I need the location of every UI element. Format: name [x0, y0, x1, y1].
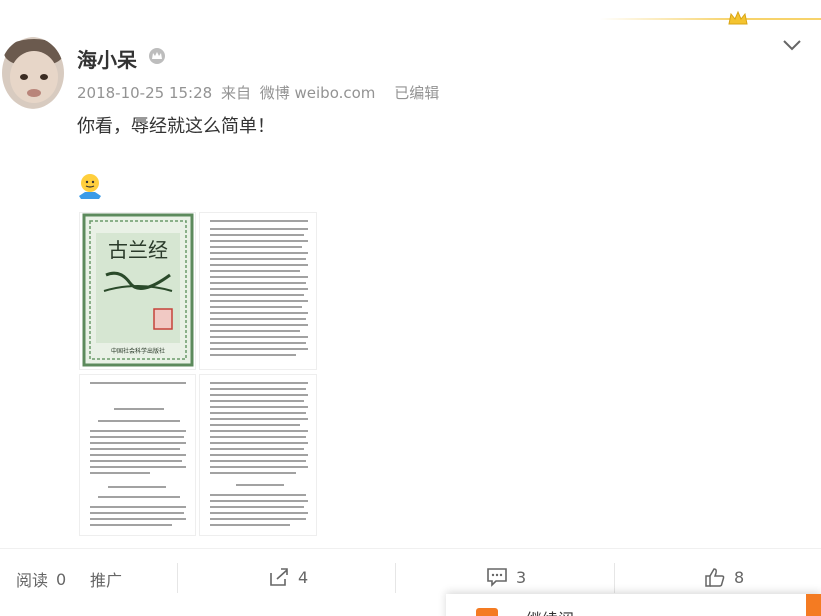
share-button[interactable]: 4 — [268, 567, 308, 587]
share-count: 4 — [298, 567, 309, 587]
edited-label[interactable]: 已编辑 — [394, 84, 439, 102]
share-icon — [270, 568, 288, 586]
promote-button[interactable]: 推广 — [90, 567, 122, 591]
post-image-quran-cover[interactable]: 古兰经 中国社会科学出版社 — [79, 212, 196, 370]
vip-crown-icon[interactable] — [148, 47, 166, 65]
read-count-value: 0 — [56, 569, 67, 589]
weibo-post-card: 海小呆 2018-10-25 15:28 来自 微博 weibo.com 已编辑… — [0, 0, 821, 616]
chevron-down-icon[interactable] — [781, 34, 803, 56]
shrug-emoji-icon — [79, 174, 101, 199]
read-label: 阅读 — [16, 571, 49, 590]
popup-text: 继续阅… — [526, 606, 590, 616]
post-source[interactable]: 微博 weibo.com — [260, 84, 376, 102]
avatar[interactable] — [0, 37, 64, 109]
divider — [177, 563, 178, 593]
svg-text:中国社会科学出版社: 中国社会科学出版社 — [111, 347, 165, 355]
like-count: 8 — [734, 567, 745, 587]
thumbs-up-icon — [705, 568, 725, 587]
feed-icon — [476, 608, 498, 616]
username[interactable]: 海小呆 — [77, 44, 137, 73]
like-button[interactable]: 8 — [704, 567, 744, 587]
post-meta: 2018-10-25 15:28 来自 微博 weibo.com 已编辑 — [77, 82, 443, 103]
post-image-page-3[interactable] — [199, 374, 317, 536]
svg-text:古兰经: 古兰经 — [108, 238, 168, 262]
source-prefix: 来自 — [220, 84, 251, 102]
comment-button[interactable]: 3 — [486, 567, 526, 587]
popup-badge — [806, 594, 821, 616]
comment-count: 3 — [516, 567, 527, 587]
read-count: 阅读 0 — [16, 567, 66, 591]
continue-reading-popup[interactable]: 继续阅… — [446, 594, 821, 616]
vip-crown-bar — [600, 18, 821, 20]
comment-icon — [487, 568, 507, 587]
post-image-page-1[interactable] — [199, 212, 317, 370]
post-image-page-2[interactable] — [79, 374, 196, 536]
post-text: 你看，辱经就这么简单！ — [77, 116, 275, 137]
divider — [614, 563, 615, 593]
divider — [395, 563, 396, 593]
crown-icon — [728, 10, 748, 25]
post-date[interactable]: 2018-10-25 15:28 — [77, 84, 212, 102]
promote-label: 推广 — [90, 571, 123, 590]
